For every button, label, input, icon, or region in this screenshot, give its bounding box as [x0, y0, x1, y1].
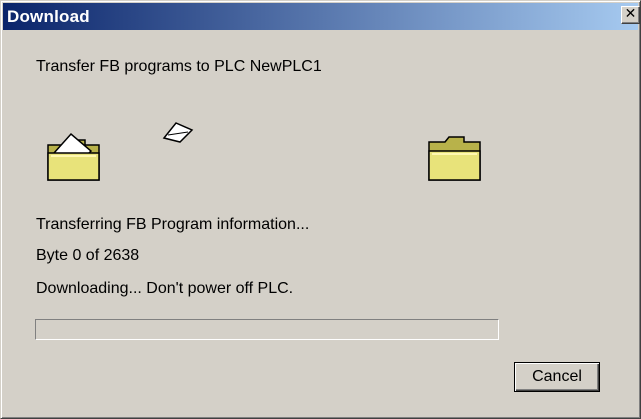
- status-line-3: Downloading... Don't power off PLC.: [36, 280, 294, 297]
- close-button[interactable]: ✕: [621, 6, 640, 24]
- document-icon: [162, 122, 194, 143]
- window-title: Download: [7, 7, 90, 26]
- status-line-1: Transferring FB Program information...: [36, 216, 310, 233]
- cancel-button[interactable]: Cancel: [514, 362, 600, 392]
- download-dialog: Download ✕ Transfer FB programs to PLC N…: [0, 0, 641, 419]
- close-icon: ✕: [624, 6, 637, 22]
- folder-open-icon: [47, 132, 100, 181]
- folder-icon: [428, 136, 481, 181]
- title-bar[interactable]: Download ✕: [3, 3, 640, 30]
- transfer-message: Transfer FB programs to PLC NewPLC1: [36, 58, 322, 75]
- status-line-2: Byte 0 of 2638: [36, 247, 140, 264]
- progress-bar: [35, 319, 499, 340]
